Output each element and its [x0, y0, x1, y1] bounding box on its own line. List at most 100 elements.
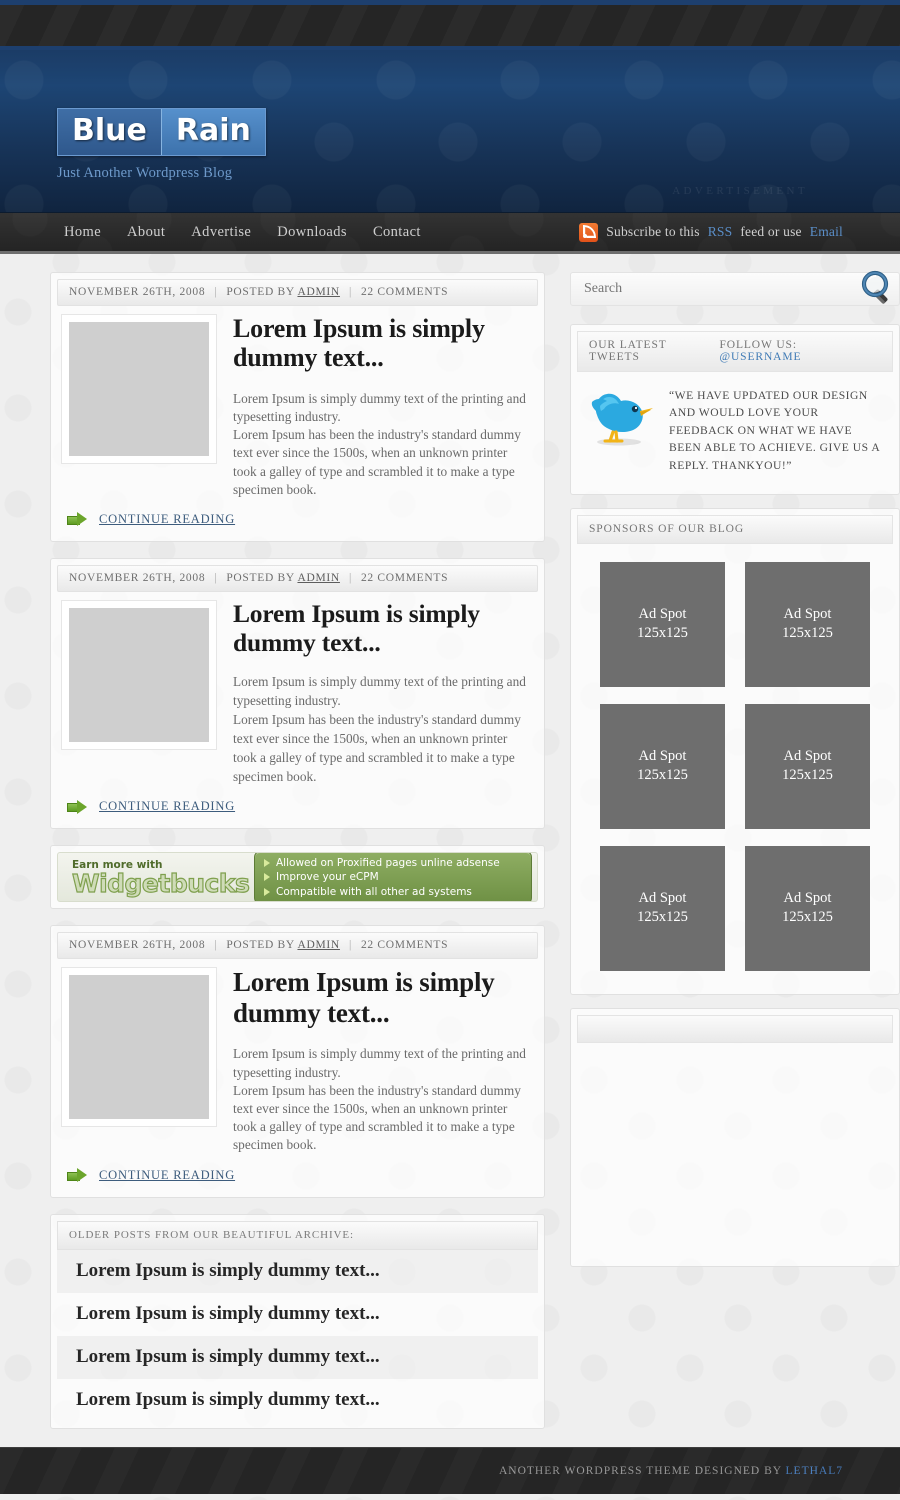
follow-us-label: FOLLOW US:	[719, 339, 797, 351]
site-footer: ANOTHER WORDPRESS THEME DESIGNED BY LETH…	[0, 1447, 900, 1494]
post-author-link[interactable]: ADMIN	[297, 286, 339, 298]
ad-spot-label: Ad Spot	[638, 889, 687, 906]
nav-item-contact[interactable]: Contact	[373, 224, 421, 241]
post-comments-count[interactable]: 22 COMMENTS	[361, 939, 448, 951]
ad-spot[interactable]: Ad Spot 125x125	[600, 561, 725, 687]
post-author-link[interactable]: ADMIN	[297, 572, 339, 584]
blog-post: NOVEMBER 26TH, 2008 | POSTED BY ADMIN | 22 C…	[50, 557, 545, 830]
ad-spot[interactable]: Ad Spot 125x125	[745, 703, 870, 829]
archive-item[interactable]: Lorem Ipsum is simply dummy text...	[57, 1249, 538, 1293]
post-thumbnail-frame[interactable]	[61, 599, 217, 750]
twitter-widget-title: OUR LATEST TWEETS	[589, 339, 667, 363]
bullet-arrow-icon	[264, 873, 270, 882]
posted-by-label: POSTED BY	[226, 571, 295, 584]
widgetbucks-ad-container[interactable]: Earn more with Widgetbucks Allowed on Pr…	[50, 845, 545, 910]
magnifier-icon[interactable]	[847, 267, 893, 313]
bullet-arrow-icon	[264, 858, 270, 867]
post-comments-count[interactable]: 22 COMMENTS	[361, 572, 448, 584]
bullet-label: Allowed on Proxified pages unline adsens…	[276, 856, 500, 869]
email-subscribe-link[interactable]: Email	[810, 224, 843, 240]
continue-reading-row: CONTINUE READING	[57, 786, 538, 828]
widgetbucks-bullet: Compatible with all other ad systems	[264, 885, 522, 899]
sponsors-widget: SPONSORS OF OUR BLOG Ad Spot 125x125 Ad S…	[570, 507, 900, 995]
archive-item[interactable]: Lorem Ipsum is simply dummy text...	[57, 1293, 538, 1336]
widgetbucks-logo-text: Widgetbucks	[71, 869, 250, 899]
nav-item-downloads[interactable]: Downloads	[277, 224, 347, 241]
archive-item[interactable]: Lorem Ipsum is simply dummy text...	[57, 1379, 538, 1422]
blog-post: NOVEMBER 26TH, 2008 | POSTED BY ADMIN | 22 C…	[50, 925, 545, 1198]
post-thumbnail-frame[interactable]	[61, 314, 217, 464]
post-excerpt-line-1: Lorem Ipsum is simply dummy text of the …	[233, 673, 526, 708]
advertisement-label: ADVERTISEMENT	[672, 185, 808, 197]
twitter-username-link[interactable]: @USERNAME	[719, 351, 801, 363]
post-meta: NOVEMBER 26TH, 2008 | POSTED BY ADMIN | 22 C…	[57, 932, 538, 960]
post-thumbnail-placeholder	[69, 607, 209, 742]
site-header: Blue Rain Just Another Wordpress Blog AD…	[0, 50, 900, 213]
bullet-arrow-icon	[264, 887, 270, 896]
rss-feed-link[interactable]: RSS	[708, 224, 733, 240]
blog-post: NOVEMBER 26TH, 2008 | POSTED BY ADMIN | 22 C…	[50, 272, 545, 542]
continue-reading-link[interactable]: CONTINUE READING	[99, 799, 235, 814]
logo-text-blue: Blue	[58, 109, 161, 155]
empty-widget	[570, 1007, 900, 1267]
ad-spot-label: Ad Spot	[783, 747, 832, 764]
widgetbucks-bullets: Allowed on Proxified pages unline adsens…	[254, 853, 532, 902]
post-title[interactable]: Lorem Ipsum is simply dummy text...	[233, 967, 534, 1028]
arrow-right-icon	[67, 799, 88, 814]
ad-spot-size: 125x125	[782, 909, 833, 926]
rss-icon[interactable]	[579, 222, 599, 242]
post-author-link[interactable]: ADMIN	[297, 939, 339, 951]
continue-reading-link[interactable]: CONTINUE READING	[99, 1168, 235, 1183]
post-title[interactable]: Lorem Ipsum is simply dummy text...	[233, 599, 534, 658]
nav-item-advertise[interactable]: Advertise	[191, 224, 251, 241]
post-excerpt-line-2: Lorem Ipsum has been the industry's stan…	[233, 427, 521, 497]
footer-designer-link[interactable]: LETHAL7	[786, 1465, 843, 1477]
bullet-label: Compatible with all other ad systems	[276, 885, 472, 898]
widgetbucks-bullet: Improve your eCPM	[264, 870, 522, 884]
tweet-row: “WE HAVE UPDATED OUR DESIGN AND WOULD LO…	[577, 372, 893, 488]
site-logo[interactable]: Blue Rain Just Another Wordpress Blog	[57, 108, 266, 182]
twitter-widget-header: OUR LATEST TWEETS FOLLOW US: @USERNAME	[577, 331, 893, 372]
site-tagline: Just Another Wordpress Blog	[57, 165, 233, 181]
rss-text-middle: feed or use	[740, 224, 802, 239]
post-comments-count[interactable]: 22 COMMENTS	[361, 286, 448, 298]
empty-widget-header	[577, 1014, 893, 1043]
follow-us-area: FOLLOW US: @USERNAME	[719, 339, 881, 363]
nav-item-about[interactable]: About	[127, 224, 165, 241]
logo-text-rain: Rain	[160, 109, 265, 155]
archive-item[interactable]: Lorem Ipsum is simply dummy text...	[57, 1335, 538, 1379]
sidebar: OUR LATEST TWEETS FOLLOW US: @USERNAME	[570, 270, 900, 1429]
ad-spot-label: Ad Spot	[783, 605, 832, 622]
ad-spot[interactable]: Ad Spot 125x125	[745, 845, 870, 971]
ad-spot[interactable]: Ad Spot 125x125	[745, 561, 870, 687]
posted-by-label: POSTED BY	[226, 939, 295, 952]
post-excerpt: Lorem Ipsum is simply dummy text of the …	[233, 672, 534, 787]
post-thumbnail-placeholder	[69, 975, 209, 1120]
posted-by-label: POSTED BY	[226, 286, 295, 298]
continue-reading-link[interactable]: CONTINUE READING	[99, 512, 235, 527]
post-thumbnail-frame[interactable]	[61, 967, 217, 1128]
post-excerpt: Lorem Ipsum is simply dummy text of the …	[233, 390, 534, 499]
footer-credit: ANOTHER WORDPRESS THEME DESIGNED BY LETH…	[499, 1465, 843, 1477]
post-excerpt-line-1: Lorem Ipsum is simply dummy text of the …	[233, 1046, 526, 1080]
twitter-widget: OUR LATEST TWEETS FOLLOW US: @USERNAME “…	[570, 324, 900, 495]
post-title[interactable]: Lorem Ipsum is simply dummy text...	[233, 314, 534, 373]
sponsors-widget-header: SPONSORS OF OUR BLOG	[577, 514, 893, 544]
widgetbucks-banner[interactable]: Earn more with Widgetbucks Allowed on Pr…	[57, 852, 538, 903]
ad-spot[interactable]: Ad Spot 125x125	[600, 845, 725, 971]
older-posts-archive: OLDER POSTS FROM OUR BEAUTIFUL ARCHIVE: …	[50, 1213, 545, 1429]
post-excerpt-line-1: Lorem Ipsum is simply dummy text of the …	[233, 390, 526, 424]
ad-spot-size: 125x125	[782, 625, 833, 642]
post-excerpt: Lorem Ipsum is simply dummy text of the …	[233, 1045, 534, 1154]
nav-item-home[interactable]: Home	[64, 224, 101, 241]
post-meta: NOVEMBER 26TH, 2008 | POSTED BY ADMIN | 22 C…	[57, 564, 538, 592]
search-input[interactable]	[584, 281, 855, 297]
sponsors-widget-title: SPONSORS OF OUR BLOG	[589, 522, 745, 535]
footer-credit-text: ANOTHER WORDPRESS THEME DESIGNED BY	[498, 1465, 786, 1477]
twitter-bird-icon	[583, 385, 657, 447]
ad-spot[interactable]: Ad Spot 125x125	[600, 703, 725, 829]
search-box[interactable]	[570, 270, 900, 306]
logo-badge: Blue Rain	[57, 108, 266, 156]
post-date: NOVEMBER 26TH, 2008	[69, 939, 206, 952]
post-excerpt-line-2: Lorem Ipsum has been the industry's stan…	[233, 1082, 521, 1153]
